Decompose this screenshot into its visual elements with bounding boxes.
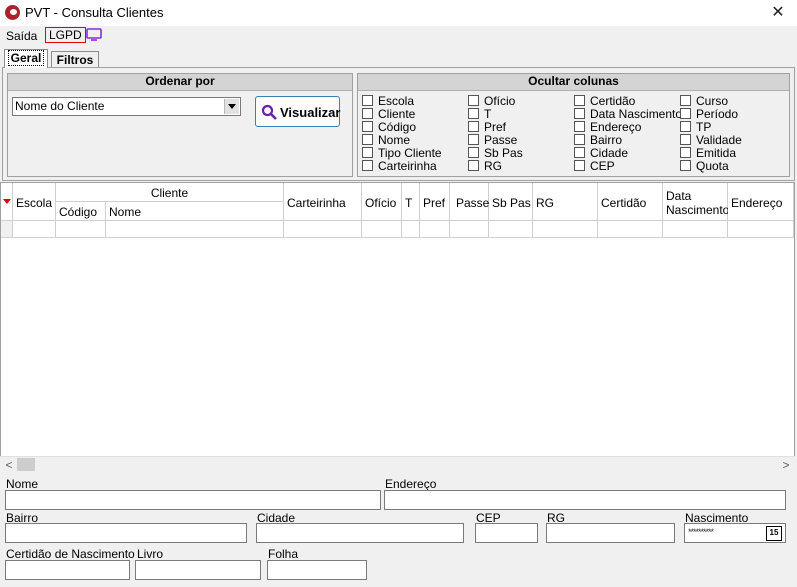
- col-header-passe[interactable]: Passe: [450, 183, 489, 221]
- table-cell[interactable]: [489, 221, 533, 238]
- ocultar-colunas-header: Ocultar colunas: [358, 74, 789, 91]
- checkbox-cep[interactable]: CEP: [574, 160, 615, 173]
- col-header-codigo[interactable]: Código: [56, 202, 106, 221]
- col-header-nome[interactable]: Nome: [106, 202, 284, 221]
- label-folha: Folha: [268, 547, 299, 561]
- cidade-field[interactable]: [256, 523, 464, 543]
- close-button[interactable]: ✕: [765, 2, 791, 24]
- checkbox-box[interactable]: [680, 147, 691, 158]
- table-cell[interactable]: [420, 221, 450, 238]
- label-nome: Nome: [6, 477, 39, 491]
- menu-bar: [0, 26, 797, 46]
- checkbox-box[interactable]: [468, 160, 479, 171]
- table-cell[interactable]: [284, 221, 362, 238]
- col-header-certidao[interactable]: Certidão: [598, 183, 663, 221]
- menu-item-lgpd[interactable]: LGPD: [45, 27, 86, 43]
- table-cell[interactable]: [13, 221, 56, 238]
- certidao-field[interactable]: [5, 560, 130, 580]
- results-grid[interactable]: Escola Cliente Código Nome Carteirinha O…: [0, 182, 795, 457]
- col-header-carteirinha[interactable]: Carteirinha: [284, 183, 362, 221]
- row-indicator[interactable]: [1, 221, 13, 238]
- visualizar-button[interactable]: Visualizar: [255, 96, 340, 127]
- nascimento-value: **********: [688, 527, 714, 537]
- col-header-pref[interactable]: Pref: [420, 183, 450, 221]
- col-header-t[interactable]: T: [402, 183, 420, 221]
- scrollbar-thumb[interactable]: [17, 458, 35, 471]
- checkbox-box[interactable]: [468, 121, 479, 132]
- scroll-right-icon[interactable]: >: [778, 457, 794, 473]
- scroll-left-icon[interactable]: <: [1, 457, 17, 473]
- nome-field[interactable]: [5, 490, 381, 510]
- checkbox-box[interactable]: [362, 108, 373, 119]
- col-header-data-nascimento[interactable]: Data Nascimento: [663, 183, 729, 221]
- folha-field[interactable]: [267, 560, 367, 580]
- checkbox-box[interactable]: [574, 108, 585, 119]
- ordenar-por-header: Ordenar por: [8, 74, 352, 91]
- menu-item-saida[interactable]: Saída: [6, 29, 37, 43]
- checkbox-box[interactable]: [468, 108, 479, 119]
- col-header-endereco[interactable]: Endereço: [728, 183, 794, 221]
- col-header-sb-pas[interactable]: Sb Pas: [489, 183, 533, 221]
- checkbox-oficio[interactable]: Ofício: [468, 95, 515, 108]
- bairro-field[interactable]: [5, 523, 247, 543]
- table-cell[interactable]: [663, 221, 728, 238]
- checkbox-box[interactable]: [574, 134, 585, 145]
- checkbox-box[interactable]: [574, 121, 585, 132]
- horizontal-scrollbar[interactable]: < >: [0, 456, 795, 472]
- checkbox-quota[interactable]: Quota: [680, 160, 729, 173]
- visualizar-label: Visualizar: [280, 105, 341, 120]
- checkbox-box[interactable]: [680, 108, 691, 119]
- close-icon: ✕: [771, 4, 785, 21]
- table-cell[interactable]: [450, 221, 489, 238]
- label-certidao: Certidão de Nascimento: [6, 547, 135, 561]
- cep-field[interactable]: [475, 523, 538, 543]
- ordenar-select[interactable]: Nome do Cliente: [12, 97, 241, 116]
- checkbox-box[interactable]: [362, 147, 373, 158]
- label-livro: Livro: [137, 547, 164, 561]
- endereco-field[interactable]: [384, 490, 786, 510]
- table-cell[interactable]: [362, 221, 402, 238]
- col-header-escola[interactable]: Escola: [13, 183, 56, 221]
- chevron-down-icon[interactable]: [224, 99, 239, 114]
- livro-field[interactable]: [135, 560, 261, 580]
- window-title: PVT - Consulta Clientes: [25, 5, 164, 20]
- table-cell[interactable]: [533, 221, 598, 238]
- col-header-oficio[interactable]: Ofício: [362, 183, 402, 221]
- tab-geral[interactable]: Geral: [4, 49, 48, 68]
- table-cell[interactable]: [402, 221, 420, 238]
- col-group-cliente: Cliente: [56, 183, 284, 202]
- sort-indicator-icon: [3, 199, 11, 204]
- table-cell[interactable]: [56, 221, 106, 238]
- tab-filtros[interactable]: Filtros: [51, 51, 99, 68]
- checkbox-box[interactable]: [362, 121, 373, 132]
- ordenar-selected-value: Nome do Cliente: [15, 99, 105, 113]
- checkbox-box[interactable]: [468, 147, 479, 158]
- checkbox-box[interactable]: [680, 134, 691, 145]
- table-cell[interactable]: [598, 221, 663, 238]
- col-header-rg[interactable]: RG: [533, 183, 598, 221]
- checkbox-box[interactable]: [362, 160, 373, 171]
- checkbox-box[interactable]: [574, 147, 585, 158]
- checkbox-box[interactable]: [574, 160, 585, 171]
- checkbox-carteirinha[interactable]: Carteirinha: [362, 160, 437, 173]
- checkbox-box[interactable]: [680, 121, 691, 132]
- checkbox-box[interactable]: [468, 95, 479, 106]
- nascimento-field[interactable]: ********** 15: [684, 523, 786, 543]
- row-indicator-header: [1, 183, 13, 221]
- app-logo-icon: [5, 5, 20, 20]
- checkbox-box[interactable]: [468, 134, 479, 145]
- checkbox-rg[interactable]: RG: [468, 160, 502, 173]
- checkbox-box[interactable]: [680, 95, 691, 106]
- calendar-icon[interactable]: 15: [766, 526, 782, 541]
- table-cell[interactable]: [728, 221, 794, 238]
- search-icon: [261, 104, 277, 120]
- label-endereco: Endereço: [385, 477, 437, 491]
- checkbox-box[interactable]: [362, 134, 373, 145]
- checkbox-box[interactable]: [574, 95, 585, 106]
- rg-field[interactable]: [546, 523, 675, 543]
- checkbox-box[interactable]: [362, 95, 373, 106]
- table-cell[interactable]: [106, 221, 284, 238]
- checkbox-box[interactable]: [680, 160, 691, 171]
- monitor-icon[interactable]: [86, 28, 102, 41]
